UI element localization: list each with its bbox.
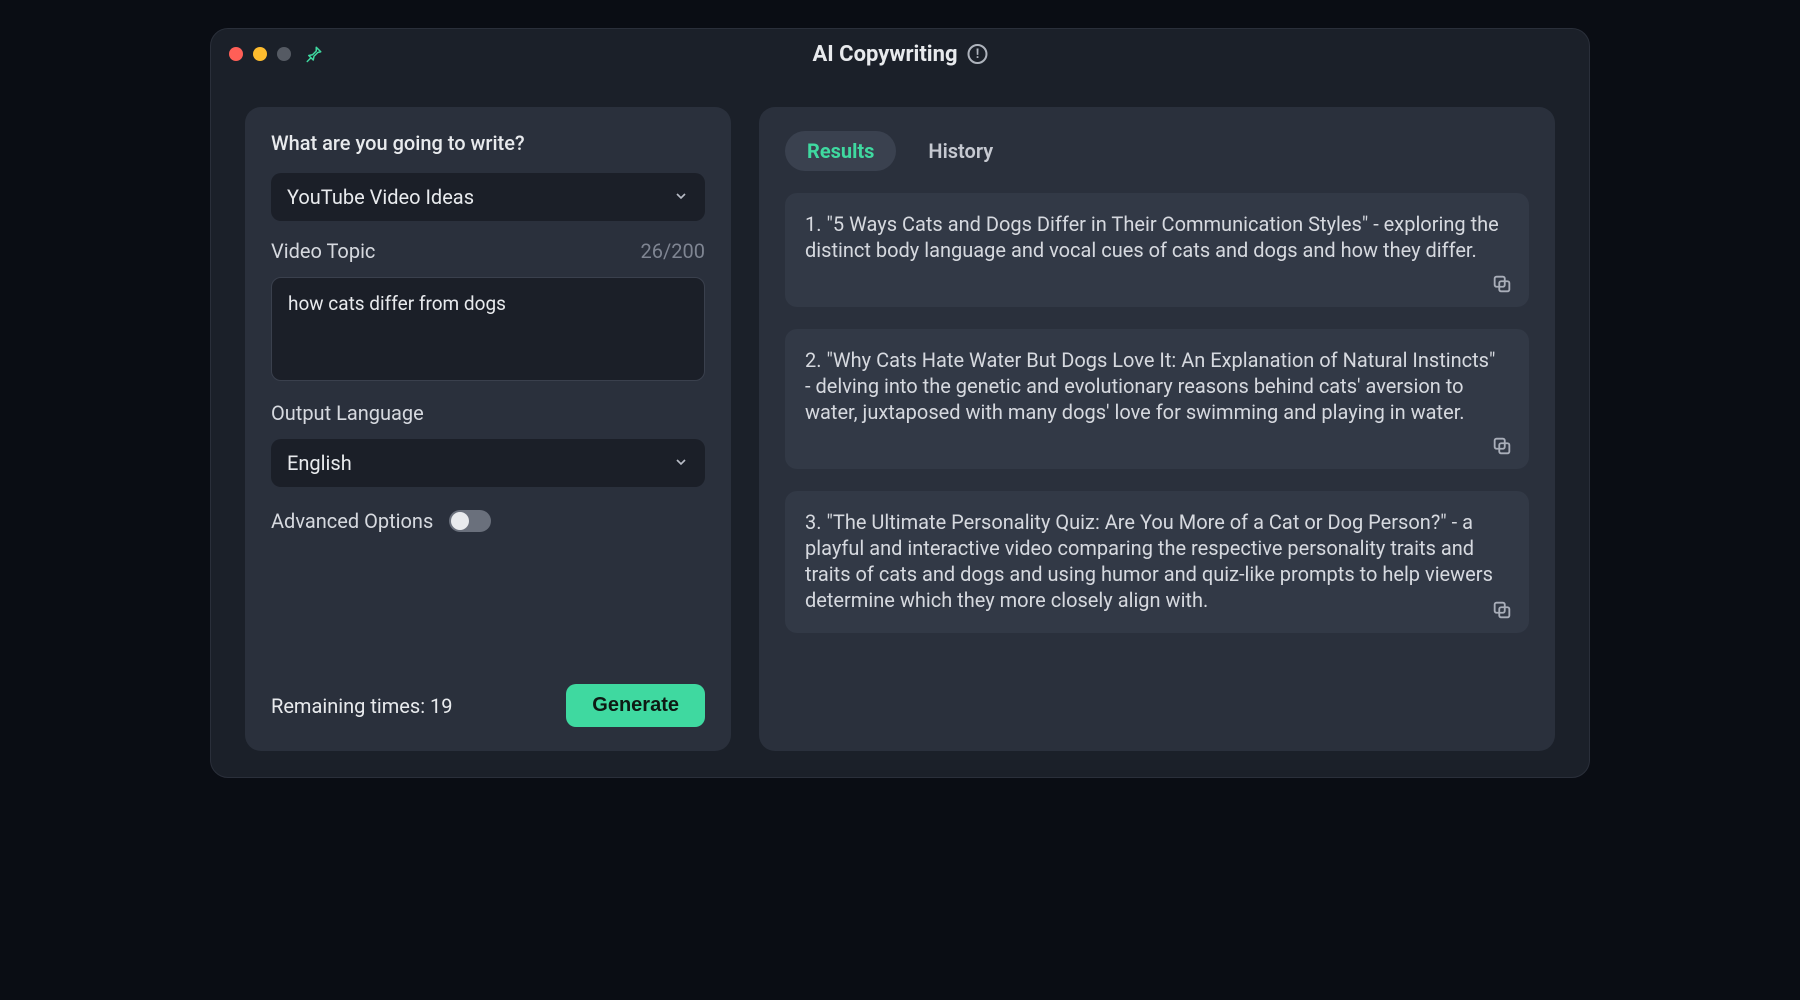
language-label: Output Language [271,401,705,425]
output-panel: Results History 1. "5 Ways Cats and Dogs… [759,107,1555,751]
page-title: AI Copywriting [812,42,957,67]
copy-icon[interactable] [1491,435,1513,457]
advanced-options-toggle[interactable] [449,510,491,532]
template-select[interactable]: YouTube Video Ideas [271,173,705,221]
topic-char-counter: 26/200 [641,239,705,263]
window-controls [229,47,291,61]
result-item: 2. "Why Cats Hate Water But Dogs Love It… [785,329,1529,469]
pin-icon[interactable] [305,45,323,63]
results-list: 1. "5 Ways Cats and Dogs Differ in Their… [785,193,1529,727]
topic-label: Video Topic [271,239,375,263]
close-window-button[interactable] [229,47,243,61]
result-text: 2. "Why Cats Hate Water But Dogs Love It… [805,347,1509,455]
minimize-window-button[interactable] [253,47,267,61]
advanced-options-label: Advanced Options [271,509,433,533]
remaining-count: Remaining times: 19 [271,694,453,718]
tab-history[interactable]: History [906,131,1015,171]
copy-icon[interactable] [1491,599,1513,621]
result-item: 1. "5 Ways Cats and Dogs Differ in Their… [785,193,1529,307]
titlebar: AI Copywriting ! [211,29,1589,79]
prompt-label: What are you going to write? [271,131,705,155]
output-tabs: Results History [785,131,1529,171]
chevron-down-icon [673,185,689,209]
info-icon[interactable]: ! [968,44,988,64]
topic-input[interactable] [271,277,705,381]
result-text: 3. "The Ultimate Personality Quiz: Are Y… [805,509,1509,619]
main-body: What are you going to write? YouTube Vid… [211,79,1589,777]
template-selected-value: YouTube Video Ideas [287,185,474,209]
result-item: 3. "The Ultimate Personality Quiz: Are Y… [785,491,1529,633]
tab-results[interactable]: Results [785,131,896,171]
result-text: 1. "5 Ways Cats and Dogs Differ in Their… [805,211,1509,293]
chevron-down-icon [673,451,689,475]
copy-icon[interactable] [1491,273,1513,295]
generate-button[interactable]: Generate [566,684,705,727]
maximize-window-button[interactable] [277,47,291,61]
app-window: AI Copywriting ! What are you going to w… [210,28,1590,778]
language-select[interactable]: English [271,439,705,487]
language-selected-value: English [287,451,352,475]
input-panel: What are you going to write? YouTube Vid… [245,107,731,751]
